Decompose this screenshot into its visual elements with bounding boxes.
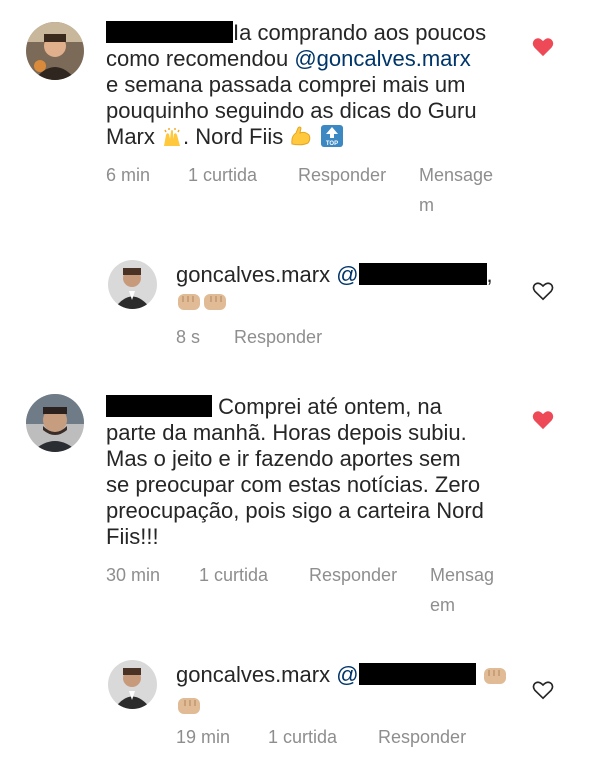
raising-hands-emoji [161, 126, 183, 154]
likes-count[interactable]: 1 curtida [199, 560, 268, 590]
comment-time: 30 min [106, 565, 161, 585]
redacted-username [358, 263, 487, 285]
reply-username[interactable]: goncalves.marx [176, 662, 330, 687]
reply-button[interactable]: Responder [378, 722, 466, 752]
svg-text:TOP: TOP [325, 141, 337, 147]
reply-meta: 8 s Responder [176, 322, 506, 352]
mention-link[interactable]: @ [336, 662, 358, 687]
top-arrow-emoji: TOP [320, 124, 344, 154]
redacted-username [106, 395, 212, 417]
heart-outline-icon[interactable] [532, 281, 554, 301]
redacted-username [358, 663, 476, 685]
comment-time: 6 min [106, 165, 151, 185]
fist-bump-emoji [482, 664, 508, 692]
comment-text: Ia comprando aos poucos como recomendou … [106, 20, 526, 154]
heart-filled-icon[interactable] [532, 37, 554, 57]
comment-meta: 30 min 1 curtida Responder Mensag em [106, 560, 526, 624]
redacted-username [106, 21, 233, 43]
likes-count[interactable]: 1 curtida [188, 160, 257, 190]
likes-count[interactable]: 1 curtida [268, 722, 337, 752]
message-button[interactable]: Mensage m [419, 160, 493, 220]
comment-time: 8 s [176, 327, 201, 347]
comment-text: Comprei até ontem, na parte da manhã. Ho… [106, 394, 484, 549]
reply-text: goncalves.marx @ [176, 662, 516, 722]
comment-time: 19 min [176, 727, 231, 747]
reply-button[interactable]: Responder [309, 560, 397, 590]
reply-button[interactable]: Responder [298, 160, 386, 190]
avatar[interactable] [26, 394, 84, 452]
message-button[interactable]: Mensag em [430, 560, 494, 620]
comment-meta: 6 min 1 curtida Responder Mensage m [106, 160, 526, 224]
reply-username[interactable]: goncalves.marx [176, 262, 330, 287]
avatar[interactable] [108, 660, 157, 709]
fist-bump-emoji [176, 290, 202, 318]
heart-outline-icon[interactable] [532, 680, 554, 700]
mention-link[interactable]: @goncalves.marx [294, 46, 470, 71]
reply-button[interactable]: Responder [234, 322, 322, 352]
mention-link[interactable]: @ [336, 262, 358, 287]
heart-filled-icon[interactable] [532, 410, 554, 430]
reply-text: goncalves.marx @, [176, 262, 506, 318]
fist-bump-emoji [176, 694, 202, 722]
flexed-biceps-emoji [289, 124, 313, 154]
reply-meta: 19 min 1 curtida Responder [176, 722, 516, 752]
avatar[interactable] [108, 260, 157, 309]
avatar[interactable] [26, 22, 84, 80]
fist-bump-emoji [202, 290, 228, 318]
